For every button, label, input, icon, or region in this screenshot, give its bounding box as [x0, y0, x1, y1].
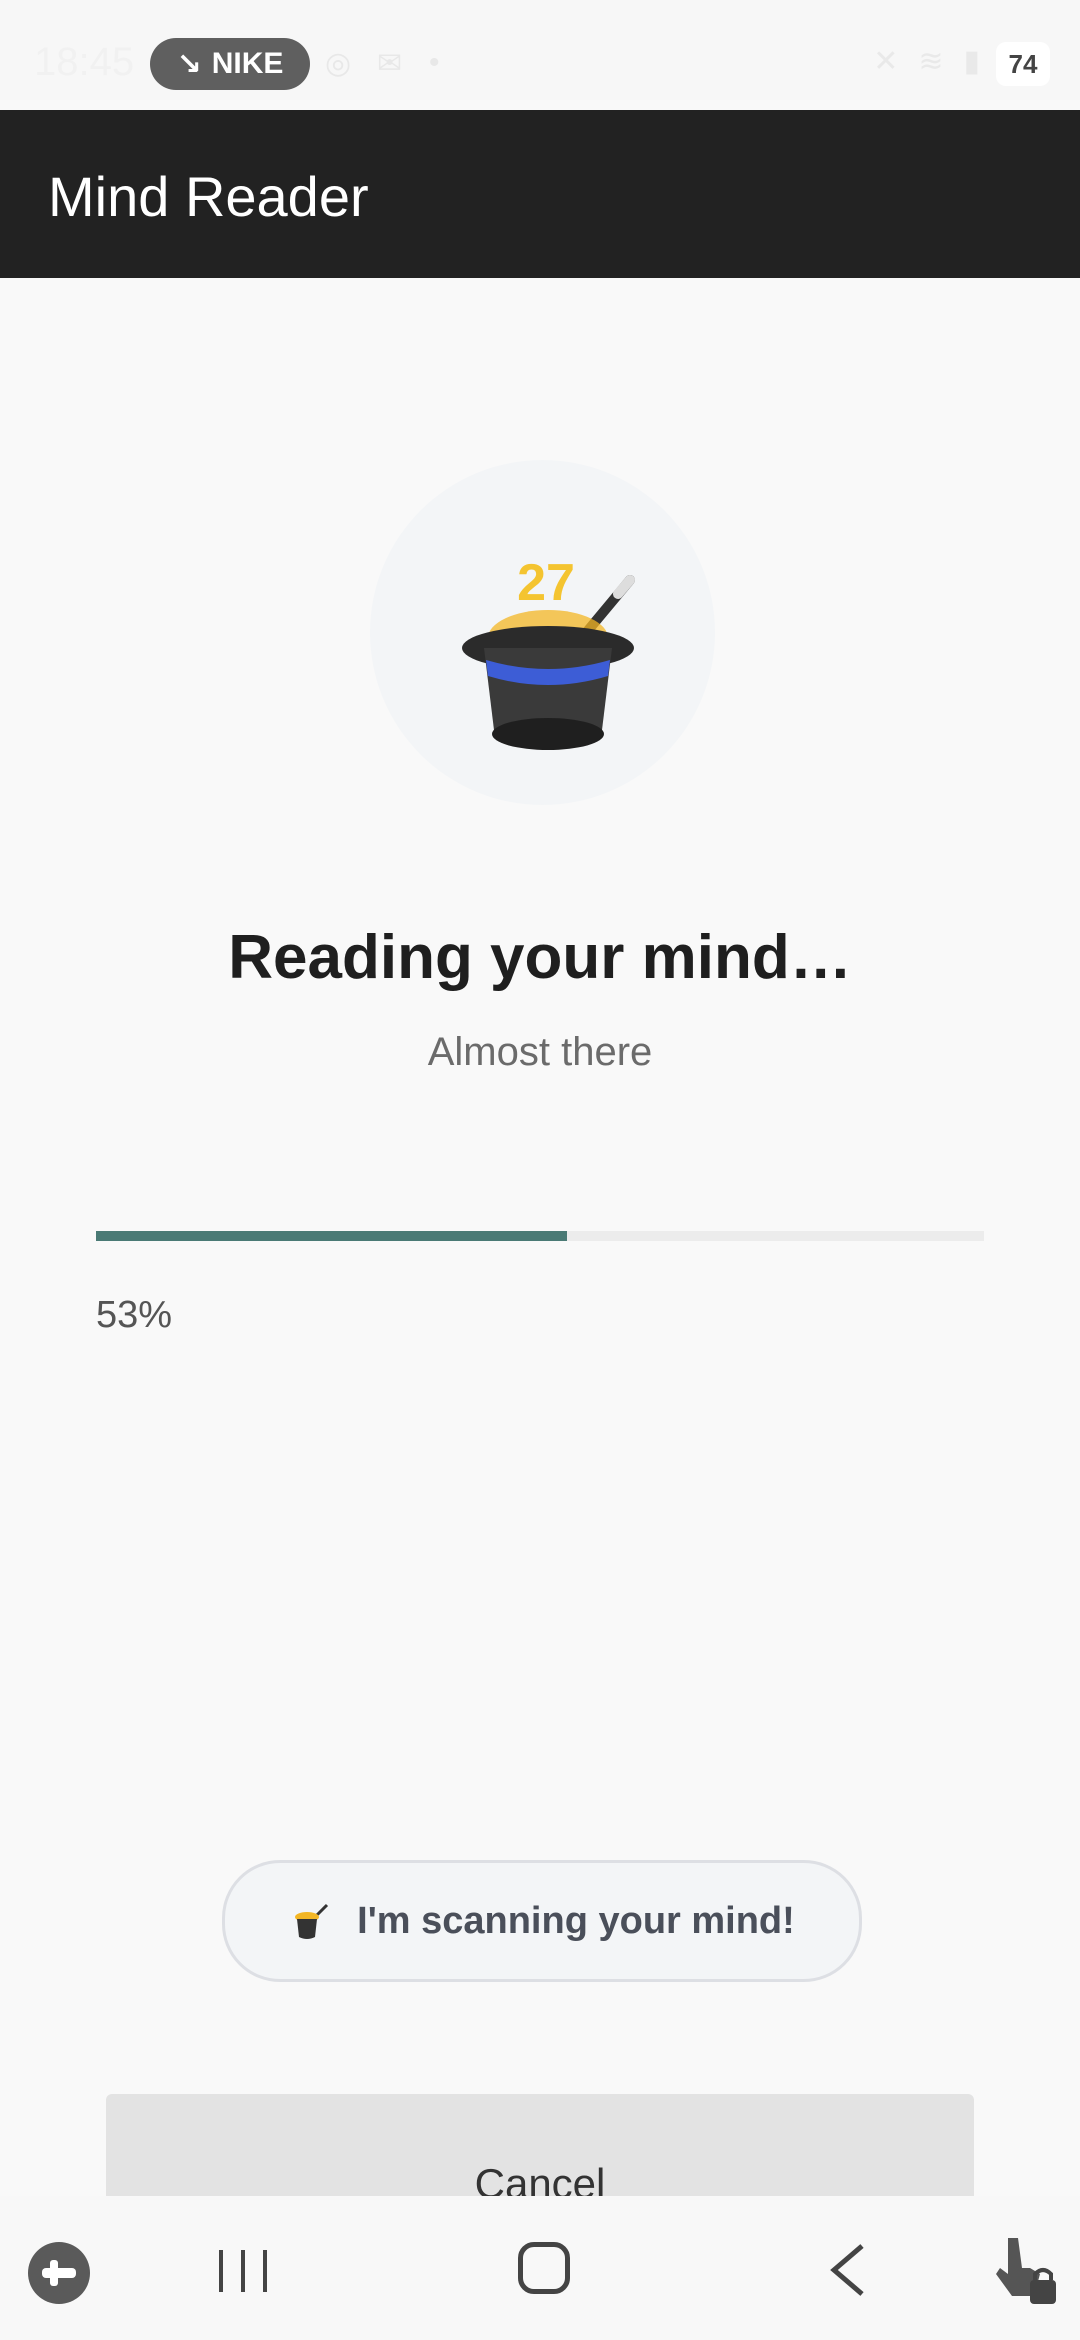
toast-message: I'm scanning your mind!: [222, 1860, 862, 1982]
game-launcher-icon[interactable]: [28, 2242, 90, 2304]
touch-lock-icon[interactable]: [990, 2234, 1060, 2308]
progress-bar: [96, 1231, 984, 1241]
battery-indicator: 74: [996, 42, 1050, 86]
progress-percent: 53%: [96, 1294, 173, 1336]
status-time: 18:45: [34, 40, 135, 84]
trend-down-icon: ↘: [176, 47, 202, 81]
notification-pill-label: NIKE: [211, 47, 284, 80]
app-title: Mind Reader: [48, 165, 369, 228]
mail-icon: ✉: [377, 47, 403, 80]
signal-icon: ▮: [963, 45, 980, 78]
status-bar: 18:45 ↘ NIKE ◎ ✉ • ✕ ≋ ▮ 74: [0, 0, 1080, 100]
notification-icons: ◎ ✉ •: [325, 46, 467, 80]
wifi-icon: ≋: [918, 45, 944, 78]
toast-text: I'm scanning your mind!: [357, 1899, 795, 1942]
recents-icon[interactable]: [215, 2246, 271, 2296]
app-bar: Mind Reader: [0, 110, 1080, 278]
page-title: Reading your mind…: [228, 923, 852, 992]
page-subtitle: Almost there: [427, 1030, 653, 1074]
magic-hat-icon: 27: [462, 554, 635, 750]
progress-fill: [96, 1231, 567, 1241]
notification-pill[interactable]: ↘ NIKE: [150, 38, 310, 90]
navigation-bar: [0, 2196, 1080, 2340]
home-icon[interactable]: [518, 2242, 570, 2294]
screenshot-icon: ◎: [325, 47, 352, 80]
back-icon[interactable]: [826, 2242, 870, 2298]
magic-hat-icon: [295, 1903, 329, 1939]
hero-number: 27: [517, 554, 575, 612]
mute-icon: ✕: [873, 45, 899, 78]
system-icons: ✕ ≋ ▮: [873, 44, 980, 79]
dot-icon: •: [429, 46, 440, 79]
